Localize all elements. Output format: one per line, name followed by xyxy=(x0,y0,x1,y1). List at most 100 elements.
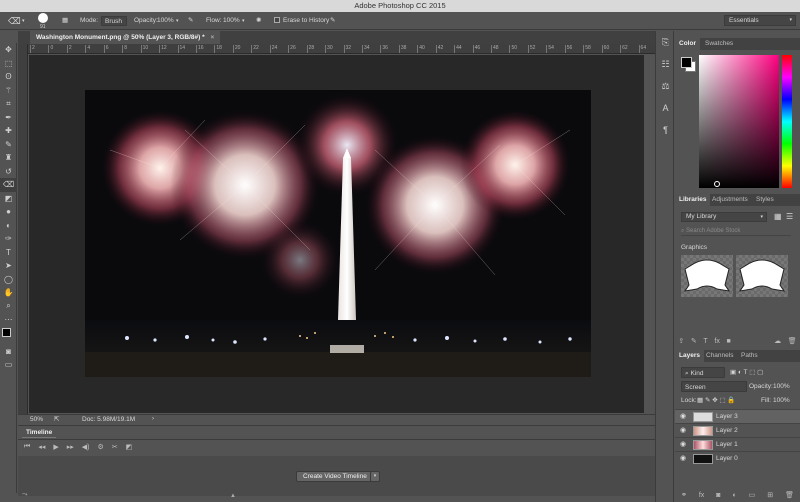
airbrush-icon[interactable]: ✺ xyxy=(256,16,261,26)
properties-icon[interactable]: ☷ xyxy=(656,53,675,75)
character-icon[interactable]: A xyxy=(656,97,675,119)
ellipse-tool-icon[interactable]: ◯ xyxy=(0,273,17,287)
pen-tool-icon[interactable]: ✑ xyxy=(0,232,17,246)
add-graphic-icon[interactable]: ✎ xyxy=(691,337,697,345)
workspace-select[interactable]: Essentials ▾ xyxy=(724,15,796,26)
path-selection-tool-icon[interactable]: ➤ xyxy=(0,259,17,273)
tab-layers[interactable]: Layers xyxy=(675,350,704,362)
flow-value[interactable]: 100% xyxy=(223,16,240,26)
layer-row[interactable]: ◉ Layer 1 xyxy=(675,437,800,451)
type-tool-icon[interactable]: T xyxy=(0,246,17,260)
layer-opacity-value[interactable]: 100% xyxy=(773,381,790,392)
trash-icon[interactable]: 🗑 xyxy=(788,337,797,345)
mode-select[interactable]: Brush xyxy=(101,16,127,26)
color-swatches-icon[interactable] xyxy=(0,327,17,345)
chevron-down-icon[interactable]: ▾ xyxy=(176,16,179,26)
marquee-tool-icon[interactable]: ⬚ xyxy=(0,57,17,71)
eyedropper-tool-icon[interactable]: ✒ xyxy=(0,111,17,125)
first-frame-icon[interactable]: ⏮ xyxy=(24,443,30,451)
tab-paths[interactable]: Paths xyxy=(737,350,762,362)
close-icon[interactable]: × xyxy=(210,34,214,41)
magic-wand-tool-icon[interactable]: ⚚ xyxy=(0,84,17,98)
quick-mask-icon[interactable]: ◙ xyxy=(0,345,17,359)
vertical-ruler[interactable] xyxy=(18,44,28,414)
move-tool-icon[interactable]: ✥ xyxy=(0,43,17,57)
blend-mode-select[interactable]: Screen xyxy=(681,381,747,392)
grid-view-icon[interactable]: ▦ xyxy=(774,212,782,221)
paint-bucket-tool-icon[interactable]: ◩ xyxy=(0,192,17,206)
library-graphic-1[interactable] xyxy=(681,255,733,297)
visibility-eye-icon[interactable]: ◉ xyxy=(680,424,686,437)
edit-toolbar-icon[interactable]: ⋯ xyxy=(0,313,17,327)
horizontal-ruler[interactable]: 2 0 2 4 6 8 10 12 14 16 18 20 22 24 26 28 30 32 34 36 38 40 42… xyxy=(28,44,655,54)
convert-frames-icon[interactable]: ⤳ xyxy=(22,491,28,499)
eraser-tool-icon[interactable]: ⌫ xyxy=(0,178,17,192)
document-tab[interactable]: Washington Monument.png @ 50% (Layer 3, … xyxy=(30,31,221,44)
creative-cloud-icon[interactable]: ☁ xyxy=(774,337,781,345)
create-timeline-dropdown[interactable]: ▾ xyxy=(370,471,380,482)
add-character-style-icon[interactable]: T xyxy=(703,338,707,345)
clone-stamp-tool-icon[interactable]: ♜ xyxy=(0,151,17,165)
split-icon[interactable]: ✂ xyxy=(112,443,118,451)
lock-icons[interactable]: ▦ ✎ ✥ ⬚ 🔒 xyxy=(697,395,736,406)
filter-icons[interactable]: ▣ ◐ T ⬚ ▢ xyxy=(730,367,763,378)
tab-adjustments[interactable]: Adjustments xyxy=(708,194,752,206)
layer-filter-select[interactable]: ⌕ Kind xyxy=(681,367,725,378)
fireworks-photo[interactable] xyxy=(85,90,591,377)
tab-swatches[interactable]: Swatches xyxy=(701,38,737,50)
new-group-icon[interactable]: ▭ xyxy=(749,491,756,499)
layer-row[interactable]: ◉ Layer 0 xyxy=(675,451,800,465)
opacity-value[interactable]: 100% xyxy=(157,16,174,26)
adjustment-layer-icon[interactable]: ◐ xyxy=(732,492,736,499)
canvas-area[interactable] xyxy=(29,55,644,413)
audio-icon[interactable]: ◀) xyxy=(82,443,90,451)
create-video-timeline-button[interactable]: Create Video Timeline xyxy=(296,471,374,482)
foreground-color-swatch[interactable] xyxy=(681,57,692,68)
next-frame-icon[interactable]: ▸▸ xyxy=(67,443,74,451)
visibility-eye-icon[interactable]: ◉ xyxy=(680,410,686,423)
fill-value[interactable]: 100% xyxy=(773,395,790,406)
add-color-icon[interactable]: ■ xyxy=(727,338,731,345)
brush-panel-icon[interactable]: ▦ xyxy=(62,16,68,26)
add-mask-icon[interactable]: ◙ xyxy=(716,492,720,499)
layer-row[interactable]: ◉ Layer 2 xyxy=(675,423,800,437)
brush-tool-icon[interactable]: ✎ xyxy=(0,138,17,152)
erase-to-history-checkbox[interactable] xyxy=(274,17,280,23)
eraser-tool-icon[interactable]: ⌫ xyxy=(8,16,21,26)
zoom-slider-icon[interactable]: ▲ xyxy=(230,493,236,499)
color-picker-field[interactable] xyxy=(699,55,779,188)
screen-mode-icon[interactable]: ▭ xyxy=(0,358,17,372)
tab-timeline[interactable]: Timeline xyxy=(22,428,57,438)
chevron-down-icon[interactable]: ▾ xyxy=(242,16,245,26)
chevron-down-icon[interactable]: ▾ xyxy=(22,16,25,26)
tab-channels[interactable]: Channels xyxy=(702,350,737,362)
hue-slider[interactable] xyxy=(782,55,792,188)
blur-tool-icon[interactable]: ● xyxy=(0,205,17,219)
layer-row[interactable]: ◉ Layer 3 xyxy=(675,409,800,423)
history-icon[interactable]: ⎘ xyxy=(656,31,675,53)
pressure-size-icon[interactable]: ✎ xyxy=(330,16,335,26)
crop-tool-icon[interactable]: ⌗ xyxy=(0,97,17,111)
library-select[interactable]: My Library ▾ xyxy=(681,212,767,222)
zoom-tool-icon[interactable]: ⌕ xyxy=(0,300,17,314)
lasso-tool-icon[interactable]: ʘ xyxy=(0,70,17,84)
tab-styles[interactable]: Styles xyxy=(752,194,778,206)
tab-color[interactable]: Color xyxy=(675,38,700,50)
dodge-tool-icon[interactable]: ◐ xyxy=(0,219,17,233)
add-layer-style-icon[interactable]: fx xyxy=(714,338,719,345)
settings-icon[interactable]: ⚙ xyxy=(97,443,103,451)
history-brush-tool-icon[interactable]: ↺ xyxy=(0,165,17,179)
chevron-right-icon[interactable]: › xyxy=(152,415,154,424)
adjustments-icon[interactable]: ⚖ xyxy=(656,75,675,97)
hand-tool-icon[interactable]: ✋ xyxy=(0,286,17,300)
visibility-eye-icon[interactable]: ◉ xyxy=(680,438,686,451)
delete-layer-icon[interactable]: 🗑 xyxy=(785,491,794,499)
zoom-level[interactable]: 50% xyxy=(30,415,43,424)
add-style-icon[interactable]: fx xyxy=(699,492,704,499)
new-layer-icon[interactable]: ⊞ xyxy=(767,491,773,499)
library-search-input[interactable]: ⌕ Search Adobe Stock xyxy=(681,226,791,236)
list-view-icon[interactable]: ☰ xyxy=(786,212,793,221)
color-picker-cursor[interactable] xyxy=(714,181,720,187)
paragraph-icon[interactable]: ¶ xyxy=(656,119,675,141)
play-icon[interactable]: ▶ xyxy=(53,443,58,451)
